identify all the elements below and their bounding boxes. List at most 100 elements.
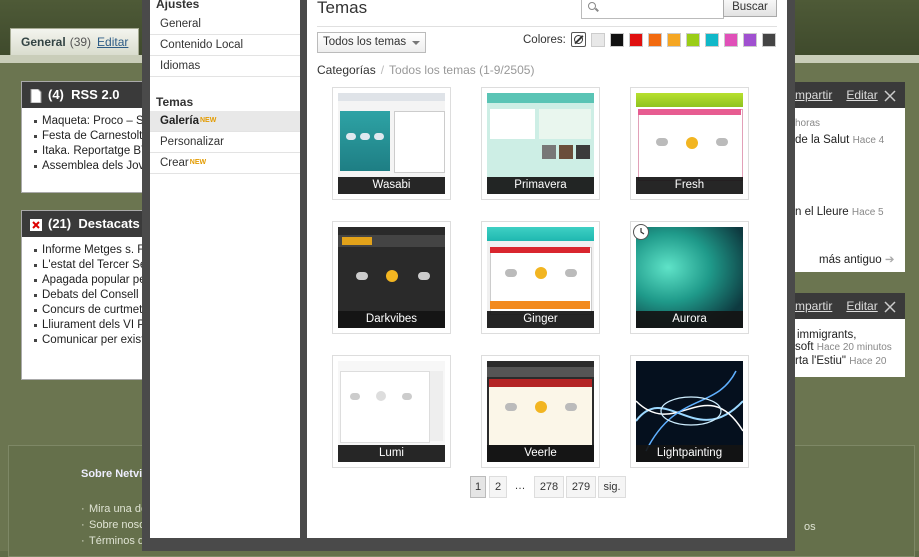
theme-lumi[interactable]: Lumi xyxy=(332,355,451,468)
theme-label: Primavera xyxy=(487,177,594,194)
search-icon xyxy=(588,2,596,10)
theme-label: Aurora xyxy=(636,311,743,328)
list-item[interactable]: Debats del Consell de xyxy=(34,288,152,303)
page-2[interactable]: 2 xyxy=(489,476,507,498)
footer-title: Sobre Netvi xyxy=(81,468,143,480)
theme-label: Veerle xyxy=(487,445,594,462)
rss-widget-title[interactable]: (4) RSS 2.0 xyxy=(22,82,152,108)
destacats-count: (21) xyxy=(48,216,72,231)
new-badge: NEW xyxy=(200,117,217,124)
color-swatch[interactable] xyxy=(591,33,605,47)
theme-primavera[interactable]: Primavera xyxy=(481,87,600,200)
search-button[interactable]: Buscar xyxy=(723,0,777,17)
close-icon[interactable] xyxy=(884,90,896,102)
sidebar-item-personalizar[interactable]: Personalizar xyxy=(150,132,300,153)
sidebar-item-label: Crear xyxy=(160,157,189,169)
footer-link[interactable]: Términos de xyxy=(81,533,150,549)
theme-wasabi[interactable]: Wasabi xyxy=(332,87,451,200)
page-1[interactable]: 1 xyxy=(470,476,486,498)
theme-label: Wasabi xyxy=(338,177,445,194)
list-item[interactable]: L'estat del Tercer Sec xyxy=(34,258,152,273)
destacats-widget-title[interactable]: (21) Destacats d xyxy=(22,211,152,237)
share-link[interactable]: mpartir xyxy=(795,299,832,313)
theme-filter-select[interactable]: Todos los temas xyxy=(317,32,426,53)
widget-text: horas xyxy=(795,118,821,129)
widget-text[interactable]: n el Lleure Hace 5 xyxy=(795,204,884,221)
color-swatch[interactable] xyxy=(762,33,776,47)
list-item[interactable]: Maqueta: Proco – Se xyxy=(34,114,152,129)
theme-ginger[interactable]: Ginger xyxy=(481,221,600,334)
share-link[interactable]: mpartir xyxy=(795,88,832,102)
theme-label: Darkvibes xyxy=(338,311,445,328)
next-page-button[interactable]: sig. xyxy=(598,476,626,498)
close-icon[interactable] xyxy=(884,301,896,313)
footer-link[interactable]: Mira una de xyxy=(81,501,150,517)
sidebar-item-crear[interactable]: CrearNEW xyxy=(150,153,300,174)
list-item[interactable]: Festa de Carnestolte xyxy=(34,129,152,144)
rss-list: Maqueta: Proco – Se Festa de Carnestolte… xyxy=(22,114,152,174)
breadcrumb-root[interactable]: Categorías xyxy=(317,63,376,77)
list-item[interactable]: Comunicar per existir xyxy=(34,333,152,348)
footer-link[interactable]: Sobre noso xyxy=(81,517,150,533)
no-color-icon[interactable] xyxy=(571,32,586,47)
tab-label: General xyxy=(21,35,66,49)
sidebar-item-contenido-local[interactable]: Contenido Local xyxy=(150,35,300,56)
color-swatch[interactable] xyxy=(610,33,624,47)
widget-text[interactable]: de la Salut Hace 4 xyxy=(795,132,884,149)
themes-main: Temas Buscar Todos los temas Colores: Ca… xyxy=(307,0,787,538)
theme-label: Lightpainting xyxy=(636,445,743,462)
color-swatch[interactable] xyxy=(724,33,738,47)
page-title: Temas xyxy=(317,0,368,17)
color-swatch[interactable] xyxy=(648,33,662,47)
destacats-title: Destacats d xyxy=(78,216,152,231)
color-swatch[interactable] xyxy=(705,33,719,47)
color-swatch[interactable] xyxy=(743,33,757,47)
color-swatch[interactable] xyxy=(667,33,681,47)
breadcrumb: Categorías / Todos los temas (1-9/2505) xyxy=(317,63,534,77)
theme-fresh[interactable]: Fresh xyxy=(630,87,749,200)
rss-widget: (4) RSS 2.0 Maqueta: Proco – Se Festa de… xyxy=(21,81,153,193)
breadcrumb-current: Todos los temas (1-9/2505) xyxy=(389,63,535,77)
temas-header: Temas xyxy=(156,95,194,109)
footer-text: os xyxy=(804,521,816,533)
sidebar-item-label: Galería xyxy=(160,115,199,127)
divider xyxy=(317,26,777,27)
page-278[interactable]: 278 xyxy=(534,476,564,498)
sidebar-item-galeria[interactable]: GaleríaNEW xyxy=(150,111,300,132)
more-link[interactable]: más antiguo ➔ xyxy=(819,252,895,268)
theme-veerle[interactable]: Veerle xyxy=(481,355,600,468)
list-item[interactable]: Informe Metges s. Fr xyxy=(34,243,152,258)
sidebar-item-idiomas[interactable]: Idiomas xyxy=(150,56,300,77)
list-item[interactable]: Assemblea dels Joves xyxy=(34,159,152,174)
page-ellipsis: … xyxy=(514,480,526,492)
search-input[interactable] xyxy=(581,0,724,19)
edit-link[interactable]: Editar xyxy=(846,88,877,102)
tab-general[interactable]: General (39) Editar xyxy=(10,28,140,56)
page-279[interactable]: 279 xyxy=(566,476,596,498)
settings-sidebar: Ajustes General Contenido Local Idiomas … xyxy=(150,0,300,538)
list-item[interactable]: Concurs de curtmetra xyxy=(34,303,152,318)
edit-link[interactable]: Editar xyxy=(846,299,877,313)
sidebar-item-general[interactable]: General xyxy=(150,14,300,35)
new-badge: NEW xyxy=(189,159,207,166)
destacats-list: Informe Metges s. Fr L'estat del Tercer … xyxy=(22,243,152,348)
rss-count: (4) xyxy=(48,87,64,102)
color-swatch[interactable] xyxy=(686,33,700,47)
tab-count: (39) xyxy=(69,35,92,49)
theme-aurora[interactable]: Aurora xyxy=(630,221,749,334)
rss-title: RSS 2.0 xyxy=(71,87,120,102)
document-icon xyxy=(30,88,42,103)
clock-icon xyxy=(633,224,649,240)
color-swatch[interactable] xyxy=(629,33,643,47)
widget-text[interactable]: rta l'Estiu" Hace 20 xyxy=(795,353,886,370)
ajustes-header: Ajustes xyxy=(156,0,200,11)
list-item[interactable]: Lliurament dels VI Pre xyxy=(34,318,152,333)
breadcrumb-separator: / xyxy=(380,63,385,77)
list-item[interactable]: Apagada popular pel xyxy=(34,273,152,288)
tab-edit-link[interactable]: Editar xyxy=(97,35,128,49)
select-value: Todos los temas xyxy=(323,36,407,48)
list-item[interactable]: Itaka. Reportatge BT xyxy=(34,144,152,159)
colors-label: Colores: xyxy=(523,34,566,46)
theme-lightpainting[interactable]: Lightpainting xyxy=(630,355,749,468)
theme-darkvibes[interactable]: Darkvibes xyxy=(332,221,451,334)
